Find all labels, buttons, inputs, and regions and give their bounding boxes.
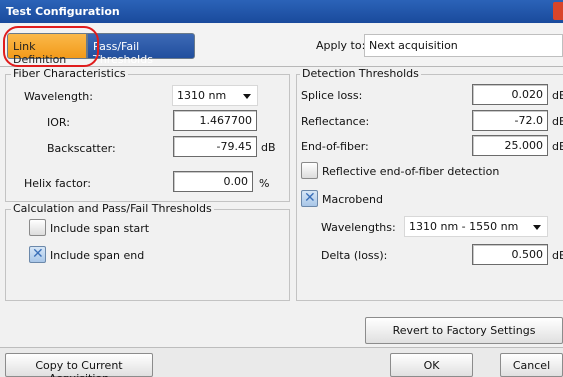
copy-to-current-acquisition-button[interactable]: Copy to Current Acquisition — [5, 353, 153, 377]
end-of-fiber-label: End-of-fiber: — [301, 140, 369, 153]
ok-button[interactable]: OK — [390, 353, 473, 377]
backscatter-field[interactable]: -79.45 — [173, 136, 257, 157]
backscatter-label: Backscatter: — [47, 142, 116, 155]
include-span-end-label: Include span end — [50, 249, 145, 262]
include-span-start-label: Include span start — [50, 222, 150, 235]
include-span-end-checkbox[interactable]: ✕ — [29, 246, 46, 263]
end-of-fiber-unit: dB — [552, 140, 563, 153]
macrobend-checkbox[interactable]: ✕ — [301, 190, 318, 207]
window-title-bar: Test Configuration — [0, 0, 563, 23]
wavelengths-select[interactable]: 1310 nm - 1550 nm — [404, 216, 548, 237]
cancel-button[interactable]: Cancel — [500, 353, 563, 377]
wavelength-select[interactable]: 1310 nm — [172, 85, 258, 106]
wavelength-value: 1310 nm — [177, 89, 227, 102]
end-of-fiber-field[interactable]: 25.000 — [472, 135, 548, 156]
detection-thresholds-group — [296, 74, 563, 301]
check-x-icon: ✕ — [304, 190, 316, 206]
window-title: Test Configuration — [6, 5, 120, 18]
reflective-eof-label: Reflective end-of-fiber detection — [322, 165, 500, 178]
apply-to-value: Next acquisition — [369, 39, 458, 52]
macrobend-label: Macrobend — [322, 193, 383, 206]
close-button[interactable] — [553, 2, 563, 20]
detection-thresholds-title: Detection Thresholds — [300, 67, 421, 80]
ior-label: IOR: — [47, 116, 70, 129]
wavelength-label: Wavelength: — [24, 90, 93, 103]
tab-pass-fail-thresholds[interactable]: Pass/Fail Thresholds — [87, 33, 195, 66]
chevron-down-icon — [243, 94, 251, 99]
fiber-characteristics-title: Fiber Characteristics — [11, 67, 128, 80]
delta-loss-label: Delta (loss): — [321, 249, 388, 262]
check-x-icon: ✕ — [32, 246, 44, 262]
apply-to-select[interactable]: Next acquisition — [364, 34, 563, 57]
reflectance-label: Reflectance: — [301, 115, 370, 128]
revert-to-factory-button[interactable]: Revert to Factory Settings — [365, 317, 563, 344]
delta-loss-unit: dB — [552, 249, 563, 262]
backscatter-unit: dB — [261, 141, 276, 154]
helix-factor-unit: % — [259, 177, 270, 190]
chevron-down-icon — [533, 225, 541, 230]
wavelengths-value: 1310 nm - 1550 nm — [409, 220, 519, 233]
helix-factor-field[interactable]: 0.00 — [173, 171, 253, 192]
splice-loss-label: Splice loss: — [301, 89, 363, 102]
calculation-group-title: Calculation and Pass/Fail Thresholds — [11, 202, 214, 215]
splice-loss-field[interactable]: 0.020 — [472, 84, 548, 105]
include-span-start-checkbox[interactable] — [29, 219, 46, 236]
reflective-eof-checkbox[interactable] — [301, 162, 318, 179]
delta-loss-field[interactable]: 0.500 — [472, 244, 548, 265]
reflectance-field[interactable]: -72.0 — [472, 110, 548, 131]
splice-loss-unit: dB — [552, 89, 563, 102]
apply-to-label: Apply to: — [316, 39, 366, 52]
wavelengths-label: Wavelengths: — [321, 221, 396, 234]
reflectance-unit: dB — [552, 115, 563, 128]
tab-link-definition[interactable]: Link Definition — [7, 33, 87, 66]
helix-factor-label: Helix factor: — [24, 177, 91, 190]
ior-field[interactable]: 1.467700 — [173, 110, 257, 131]
